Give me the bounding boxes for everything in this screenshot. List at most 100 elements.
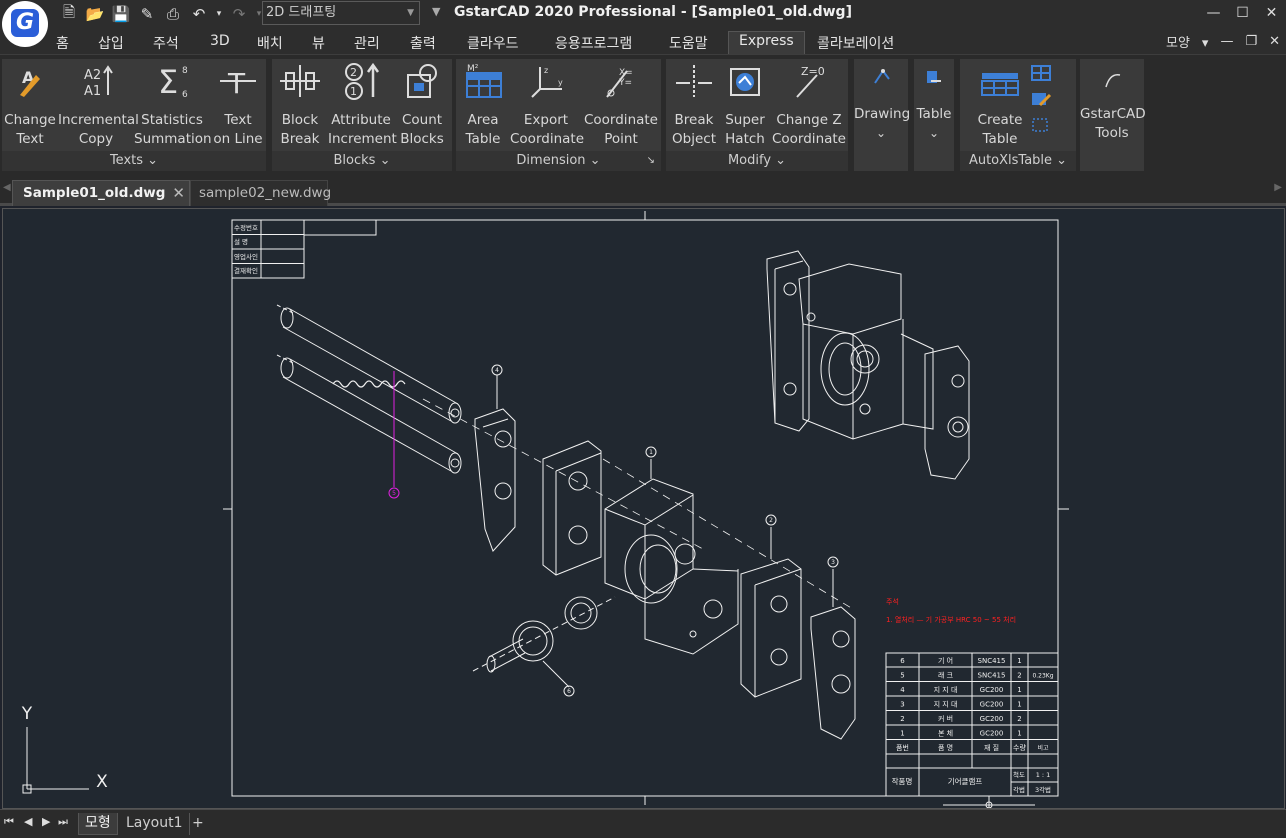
ucs-y-label: Y — [21, 704, 33, 724]
gstarcad-tools-button[interactable]: GstarCAD Tools — [1080, 61, 1146, 143]
next-layout-icon[interactable]: ▶ — [42, 815, 50, 828]
menu-collaboration[interactable]: 콜라보레이션 — [817, 33, 894, 53]
menu-cloud[interactable]: 클라우드 — [467, 33, 519, 53]
scale-value: 1 : 1 — [1036, 771, 1051, 779]
minimize-icon[interactable]: — — [1199, 0, 1228, 26]
statistics-summation-button[interactable]: Σ8 6 Statistics Summation — [134, 61, 212, 149]
table-grid-icon[interactable] — [1030, 63, 1052, 83]
block-break-button[interactable]: Block Break — [272, 61, 328, 149]
appearance-menu[interactable]: 모양 ▾ — [1166, 32, 1208, 51]
tab-sample02[interactable]: sample02_new.dwg — [190, 180, 332, 206]
coordinate-point-button[interactable]: X=Y= Coordinate Point — [582, 61, 660, 149]
menu-view[interactable]: 뷰 — [312, 33, 325, 53]
cover-part-3 — [542, 440, 602, 576]
gstarcad-tools-label: GstarCAD Tools — [1080, 106, 1146, 141]
first-layout-icon[interactable]: ⏮ — [4, 815, 14, 829]
table-select-icon[interactable] — [1030, 115, 1052, 135]
menu-home[interactable]: 홈 — [56, 33, 69, 53]
super-hatch-button[interactable]: Super Hatch — [722, 61, 768, 149]
dialog-launcher-icon[interactable]: ↘ — [647, 151, 655, 171]
projection-label: 각법 — [1013, 785, 1025, 794]
close-icon[interactable]: ✕ — [1257, 0, 1286, 26]
window-controls: — ☐ ✕ — [1199, 0, 1286, 26]
export-coordinate-label: Export Coordinate — [510, 112, 585, 147]
chevron-down-icon: ⌄ — [875, 126, 887, 140]
balloon-4: 4 — [495, 367, 499, 374]
create-table-button[interactable]: Create Table — [960, 61, 1040, 149]
menu-annotate[interactable]: 주석 — [153, 33, 179, 53]
drawing-button[interactable]: Drawing ⌄ — [854, 61, 911, 143]
change-text-icon: A — [20, 68, 40, 97]
svg-text:A1: A1 — [84, 84, 101, 99]
area-table-button[interactable]: M² Area Table — [456, 61, 510, 149]
title-block-label: 작품명 — [892, 776, 913, 786]
drawing-canvas[interactable]: 4 1 2 3 6 5 수정번호 설 명 영업사인 결재확인 주석 1. 열처리… — [2, 208, 1285, 809]
balloon-6: 6 — [567, 688, 571, 695]
menu-insert[interactable]: 삽입 — [98, 33, 124, 53]
bom-cell-qty: 1 — [1017, 701, 1021, 709]
bom-cell-mat: GC200 — [980, 686, 1004, 694]
export-coordinate-button[interactable]: z y Export Coordinate — [510, 61, 585, 149]
panel-table: Table ⌄ — [914, 59, 954, 171]
svg-text:z: z — [544, 66, 548, 75]
statistics-summation-label: Statistics Summation — [134, 112, 212, 147]
magenta-leader — [388, 371, 400, 499]
menu-express[interactable]: Express — [728, 31, 805, 54]
doc-minimize-icon[interactable]: — — [1220, 34, 1233, 49]
bom-cell-qty: 2 — [1017, 672, 1021, 680]
ribbon: A Change Text A2 A1 Incremental Copy Σ86 … — [0, 54, 1286, 172]
menu-layout[interactable]: 배치 — [257, 33, 283, 53]
table-edit-icon[interactable] — [1030, 89, 1052, 109]
panel-modify-title-text: Modify — [727, 153, 772, 168]
panel-modify-title[interactable]: Modify ⌄ — [666, 151, 848, 171]
coordinate-point-icon: X=Y= — [606, 68, 633, 98]
panel-gstarcad-tools: GstarCAD Tools — [1080, 59, 1146, 171]
maximize-icon[interactable]: ☐ — [1228, 0, 1257, 26]
panel-blocks-title[interactable]: Blocks ⌄ — [272, 151, 452, 171]
doc-restore-icon[interactable]: ❐ — [1245, 34, 1257, 49]
menu-manage[interactable]: 관리 — [354, 33, 380, 53]
menu-output[interactable]: 출력 — [410, 33, 436, 53]
bom-cell-name: 커 버 — [938, 714, 953, 723]
menu-3d[interactable]: 3D — [210, 33, 230, 49]
gstarcad-tools-icon — [1105, 74, 1121, 88]
area-table-label: Area Table — [465, 112, 501, 147]
add-layout-button[interactable]: + — [186, 813, 210, 835]
tab-model[interactable]: 모형 — [78, 813, 118, 835]
incremental-copy-button[interactable]: A2 A1 Incremental Copy — [58, 61, 139, 149]
doc-close-icon[interactable]: ✕ — [1269, 34, 1280, 49]
change-text-button[interactable]: A Change Text — [2, 61, 58, 149]
drawing-label: Drawing — [854, 106, 911, 122]
panel-texts-title[interactable]: Texts ⌄ — [2, 151, 266, 171]
tab-sample01[interactable]: Sample01_old.dwg ✕ — [12, 180, 190, 206]
attribute-increment-button[interactable]: 21 Attribute Increment — [328, 61, 397, 149]
panel-dimension-title[interactable]: Dimension ⌄ ↘ — [456, 151, 661, 171]
clamp-assembly-view — [766, 250, 970, 480]
svg-text:y: y — [558, 78, 563, 87]
bom-cell-note: 0.23Kg — [1032, 673, 1053, 680]
note-title: 주석 — [886, 597, 899, 606]
cover-part-2 — [740, 527, 802, 698]
menu-help[interactable]: 도움말 — [669, 33, 708, 53]
change-z-coordinate-button[interactable]: Z=0 Change Z Coordinate — [770, 61, 848, 149]
svg-text:8: 8 — [182, 66, 188, 76]
tab-layout1[interactable]: Layout1 — [120, 813, 190, 835]
count-blocks-button[interactable]: Count Blocks — [394, 61, 450, 149]
title-bar: 🗎 📂 💾 ✎ ⎙ ↶ ▾ ↷ ▾ 2D 드래프팅 ▼ ▼ GstarCAD 2… — [0, 0, 1286, 30]
close-icon[interactable]: ✕ — [172, 181, 185, 205]
tab-sample02-label: sample02_new.dwg — [199, 185, 332, 201]
svg-text:Z=0: Z=0 — [801, 65, 825, 78]
tab-scroll-left-icon[interactable]: ◀ — [3, 182, 11, 193]
table-button[interactable]: Table ⌄ — [914, 61, 954, 143]
menu-apps[interactable]: 응용프로그램 — [555, 33, 632, 53]
last-layout-icon[interactable]: ⏭ — [58, 815, 68, 829]
break-object-button[interactable]: Break Object — [666, 61, 722, 149]
bom-cell-name: 래 크 — [938, 671, 954, 680]
tab-scroll-right-icon[interactable]: ▶ — [1274, 182, 1282, 193]
app-logo[interactable]: G — [2, 1, 48, 47]
prev-layout-icon[interactable]: ◀ — [24, 815, 32, 828]
appearance-label: 모양 — [1165, 36, 1190, 51]
text-on-line-button[interactable]: T Text on Line — [210, 61, 266, 149]
bom-cell-mat: GC200 — [980, 715, 1004, 723]
panel-autoxlstable-title[interactable]: AutoXlsTable ⌄ — [960, 151, 1076, 171]
